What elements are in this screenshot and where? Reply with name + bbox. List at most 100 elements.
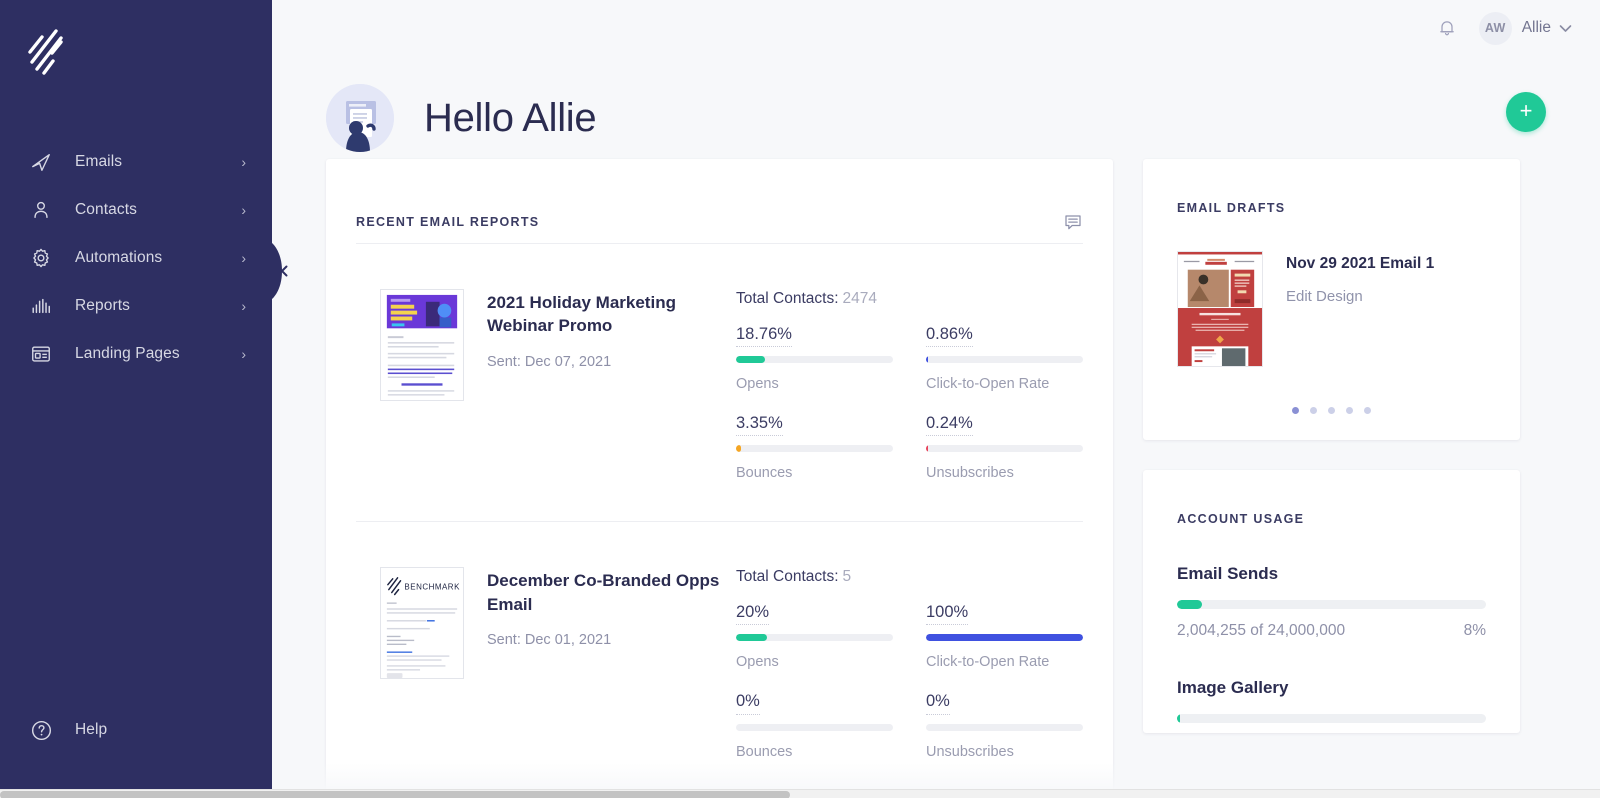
holiday-marketing-email-thumbnail[interactable] <box>380 289 464 401</box>
stat-opens: 20% Opens <box>736 603 893 670</box>
stat-bar <box>926 634 1083 642</box>
stat-label: Click-to-Open Rate <box>926 376 1050 393</box>
sidebar-item-automations[interactable]: Automations › <box>0 234 272 282</box>
svg-text:BENCHMARK: BENCHMARK <box>404 583 460 592</box>
stat-unsubscribes: 0.24% Unsubscribes <box>926 414 1083 481</box>
main-content: AW Allie Hello Allie + RECENT EMAIL REPO… <box>272 0 1600 798</box>
dashboard-grid: RECENT EMAIL REPORTS 2021 Holiday Market… <box>272 159 1600 798</box>
carousel-dot[interactable] <box>1328 407 1335 414</box>
report-title[interactable]: 2021 Holiday Marketing Webinar Promo <box>487 291 736 338</box>
carousel-dot[interactable] <box>1346 407 1353 414</box>
stat-grid: 18.76% Opens 0.86% Click-to-Open Rate 3.… <box>736 325 1083 481</box>
user-menu[interactable]: AW Allie <box>1476 9 1576 48</box>
carousel-dot[interactable] <box>1310 407 1317 414</box>
sidebar-item-reports[interactable]: Reports › <box>0 282 272 330</box>
usage-percent: 8% <box>1463 622 1486 639</box>
edit-design-link[interactable]: Edit Design <box>1286 288 1434 305</box>
stat-bounces: 0% Bounces <box>736 692 893 760</box>
stat-bar-fill <box>736 634 768 642</box>
logo-container[interactable] <box>0 0 272 110</box>
stat-bar-fill <box>926 356 929 364</box>
stat-bar <box>736 634 893 642</box>
page-title: Hello Allie <box>424 95 597 140</box>
side-column: EMAIL DRAFTS Nov 29 2021 Email 1 Edit De… <box>1143 159 1520 733</box>
stat-bar-fill <box>926 634 1083 642</box>
reports-column: RECENT EMAIL REPORTS 2021 Holiday Market… <box>326 159 1113 798</box>
app-root: Emails › Contacts › Automations › Report… <box>0 0 1600 798</box>
total-contacts: Total Contacts: 5 <box>736 568 1083 586</box>
chat-bubble-icon[interactable] <box>1063 212 1083 232</box>
report-name-block: December Co-Branded Opps Email Sent: Dec… <box>487 567 736 648</box>
draft-meta: Nov 29 2021 Email 1 Edit Design <box>1286 251 1434 305</box>
sidebar-collapse-handle[interactable] <box>272 243 296 299</box>
stat-value: 0.86% <box>926 325 973 348</box>
recent-email-reports-card: RECENT EMAIL REPORTS 2021 Holiday Market… <box>326 159 1113 798</box>
stat-value: 0% <box>736 692 760 715</box>
sidebar-item-landing-pages[interactable]: Landing Pages › <box>0 330 272 378</box>
report-stats: Total Contacts:2474 18.76% Opens 0.86% <box>736 289 1083 481</box>
stat-bar-fill <box>926 445 929 453</box>
sidebar-item-label: Reports <box>75 297 130 314</box>
greeting-row: Hello Allie + <box>272 56 1600 152</box>
scrollbar-thumb[interactable] <box>0 791 790 798</box>
usage-panel-title: ACCOUNT USAGE <box>1177 512 1305 526</box>
total-contacts-value: 5 <box>842 568 852 586</box>
stat-label: Unsubscribes <box>926 465 1014 482</box>
usage-name: Email Sends <box>1177 564 1279 583</box>
report-name-block: 2021 Holiday Marketing Webinar Promo Sen… <box>487 289 736 370</box>
stat-bar <box>736 723 893 731</box>
paper-plane-icon <box>28 149 54 175</box>
create-new-button[interactable]: + <box>1506 92 1546 132</box>
sidebar-item-contacts[interactable]: Contacts › <box>0 186 272 234</box>
total-contacts-label: Total Contacts: <box>736 290 839 307</box>
usage-bar-fill <box>1177 600 1202 609</box>
stat-label: Bounces <box>736 465 793 482</box>
stat-value: 100% <box>926 603 969 626</box>
stat-bar <box>736 445 893 453</box>
total-contacts-value: 2474 <box>842 290 878 307</box>
carousel-dot[interactable] <box>1364 407 1371 414</box>
sidebar-item-emails[interactable]: Emails › <box>0 138 272 186</box>
notifications-button[interactable] <box>1430 11 1464 45</box>
list-item: Nov 29 2021 Email 1 Edit Design <box>1177 251 1486 367</box>
usage-summary: 2,004,255 of 24,000,000 <box>1177 622 1346 639</box>
carousel-dot[interactable] <box>1292 407 1299 414</box>
table-row: 2021 Holiday Marketing Webinar Promo Sen… <box>356 243 1083 521</box>
stat-label: Bounces <box>736 743 793 760</box>
stat-bar-fill <box>736 356 766 364</box>
account-usage-card: ACCOUNT USAGE Email Sends 2,004,255 of 2… <box>1143 470 1520 733</box>
usage-footer: 2,004,255 of 24,000,000 8% <box>1177 622 1486 640</box>
usage-bar-fill <box>1177 714 1181 723</box>
gear-icon <box>28 245 54 271</box>
window-icon <box>28 341 54 367</box>
report-title[interactable]: December Co-Branded Opps Email <box>487 569 736 616</box>
table-row: BENCHMARK December Co-Branded Opps Email… <box>356 521 1083 798</box>
stat-bar <box>926 356 1083 364</box>
stat-bar <box>736 356 893 364</box>
stat-value: 0% <box>926 692 950 715</box>
stat-value: 18.76% <box>736 325 792 348</box>
horizontal-scrollbar[interactable] <box>0 789 1600 798</box>
chevron-left-icon <box>272 243 288 299</box>
bar-chart-icon <box>28 293 54 319</box>
stat-bar <box>926 445 1083 453</box>
stat-bar-fill <box>736 445 742 453</box>
benchmark-co-branded-email-thumbnail[interactable]: BENCHMARK <box>380 567 464 680</box>
sidebar-nav: Emails › Contacts › Automations › Report… <box>0 138 272 378</box>
stat-label: Unsubscribes <box>926 743 1014 760</box>
reports-card-header: RECENT EMAIL REPORTS <box>356 159 1083 243</box>
benchmark-logo-icon <box>28 29 63 75</box>
chevron-right-icon: › <box>241 346 246 362</box>
red-bike-shop-email-thumbnail[interactable] <box>1177 251 1263 367</box>
chevron-right-icon: › <box>241 250 246 266</box>
chevron-down-icon <box>1559 24 1572 33</box>
report-sent-date: Sent: Dec 07, 2021 <box>487 353 612 370</box>
chevron-right-icon: › <box>241 202 246 218</box>
chevron-right-icon: › <box>241 298 246 314</box>
sidebar-item-help[interactable]: Help <box>0 710 272 750</box>
usage-name: Image Gallery <box>1177 678 1289 697</box>
usage-block-image-gallery: Image Gallery <box>1177 678 1486 723</box>
sidebar-item-label: Help <box>75 721 108 738</box>
stat-bounces: 3.35% Bounces <box>736 414 893 481</box>
drafts-panel-title: EMAIL DRAFTS <box>1177 201 1286 215</box>
